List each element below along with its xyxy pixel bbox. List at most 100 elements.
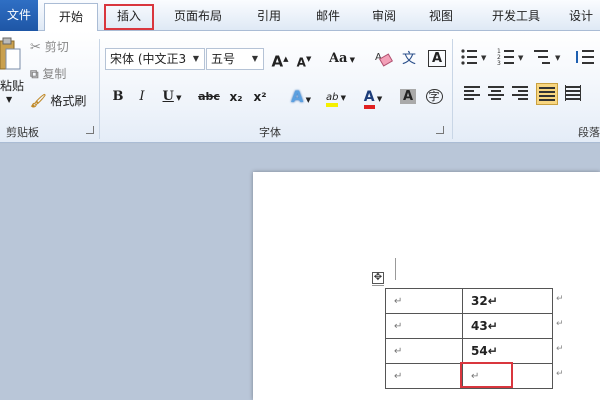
row-end-mark: ↵ (556, 369, 564, 379)
character-border-button[interactable]: A (426, 48, 448, 70)
subscript-button[interactable]: x₂ (226, 86, 246, 108)
multilevel-list-icon: ▼ (534, 50, 561, 64)
svg-text:3: 3 (497, 60, 501, 67)
row-end-mark: ↵ (556, 319, 564, 329)
tab-file[interactable]: 文件 (0, 0, 38, 31)
highlight-button[interactable]: ab ▼ (320, 86, 352, 108)
copy-label: 复制 (42, 67, 67, 81)
chevron-down-icon: ▼ (192, 54, 200, 63)
table-row: ↵ 32↵ (385, 288, 553, 314)
tab-view[interactable]: 视图 (418, 3, 464, 31)
bold-button[interactable]: B (108, 86, 128, 108)
underline-button[interactable]: U ▼ (158, 86, 186, 108)
font-dialog-launcher-icon[interactable] (436, 126, 444, 134)
clipboard-group-label: 剪贴板 (6, 126, 39, 139)
format-painter-label: 格式刷 (50, 94, 87, 108)
tab-home[interactable]: 开始 (44, 3, 98, 32)
enclose-characters-button[interactable]: 字 (423, 86, 445, 108)
shrink-font-button[interactable]: A▼ (294, 48, 314, 70)
svg-text:▼: ▼ (481, 54, 487, 62)
cut-button[interactable]: ✂ 剪切 (30, 37, 69, 57)
grow-font-label: A (271, 52, 284, 71)
numbered-list-icon: 1 2 3 ▼ (497, 48, 524, 67)
italic-button[interactable]: I (132, 86, 152, 108)
superscript-button[interactable]: x² (250, 86, 270, 108)
font-name-combo[interactable]: 宋体 (中文正3 ▼ (105, 48, 205, 70)
character-shading-label: A (399, 89, 417, 104)
change-case-button[interactable]: Aa ▼ (326, 48, 358, 70)
cut-label: 剪切 (44, 40, 69, 54)
paste-label: 粘贴 (0, 79, 25, 93)
tab-references[interactable]: 引用 (246, 3, 292, 31)
paragraph-group-label: 段落 (578, 126, 600, 139)
highlight-label: ab (325, 92, 339, 107)
copy-icon: ⧉ (30, 67, 39, 81)
clear-formatting-button[interactable]: A (372, 48, 394, 70)
superscript-label: x² (253, 90, 267, 104)
bullets-button[interactable]: ▼ (460, 47, 487, 69)
row-end-mark: ↵ (556, 294, 564, 304)
copy-button[interactable]: ⧉ 复制 (30, 64, 66, 84)
table-cell[interactable]: 32↵ (462, 288, 553, 314)
ribbon-tab-bar: 文件 开始 插入 页面布局 引用 邮件 审阅 视图 开发工具 设计 (0, 0, 600, 32)
phonetic-guide-button[interactable]: 文 (398, 48, 420, 70)
table-row: ↵ 43↵ (385, 313, 553, 339)
strikethrough-label: abc (198, 90, 220, 103)
multilevel-list-button[interactable]: ▼ (534, 47, 561, 69)
tab-review[interactable]: 审阅 (361, 3, 407, 31)
ribbon: 粘贴 ▼ ✂ 剪切 ⧉ 复制 🖌 格式刷 剪贴板 宋体 (中文正3 ▼ 五号 ▼… (0, 31, 600, 143)
bold-label: B (112, 89, 124, 104)
clipboard-dialog-launcher-icon[interactable] (86, 126, 94, 134)
grow-font-button[interactable]: A▲ (270, 48, 290, 70)
table-cell[interactable]: ↵ (385, 288, 463, 314)
paste-button[interactable]: 粘贴 ▼ (0, 35, 24, 105)
align-right-button[interactable] (510, 83, 532, 105)
table-cell[interactable]: ↵ (385, 313, 463, 339)
tab-developer[interactable]: 开发工具 (477, 3, 555, 31)
text-effects-icon: A (291, 87, 304, 106)
font-size-value: 五号 (211, 52, 236, 66)
strikethrough-button[interactable]: abc (196, 86, 222, 108)
tab-mailings[interactable]: 邮件 (305, 3, 351, 31)
font-group-label: 字体 (259, 126, 281, 139)
font-size-combo[interactable]: 五号 ▼ (206, 48, 264, 70)
bullet-list-icon: ▼ (461, 49, 487, 65)
italic-label: I (139, 89, 145, 104)
tab-insert[interactable]: 插入 (103, 3, 155, 31)
phonetic-guide-label: 文 (402, 51, 416, 67)
justify-button[interactable] (536, 83, 558, 105)
eraser-icon: A (375, 52, 394, 67)
table-row: ↵ 54↵ (385, 338, 553, 364)
table-cell[interactable]: 43↵ (462, 313, 553, 339)
table-cell[interactable]: 54↵ (462, 338, 553, 364)
svg-text:▼: ▼ (555, 54, 561, 62)
crop-mark (372, 285, 384, 286)
decrease-indent-icon (576, 50, 594, 64)
enclose-characters-label: 字 (425, 89, 443, 104)
table-cell[interactable]: ↵ (385, 338, 463, 364)
distributed-button[interactable] (563, 83, 585, 105)
align-center-icon (488, 86, 504, 100)
subscript-label: x₂ (229, 90, 243, 104)
table-cell[interactable]: ↵ (385, 363, 463, 389)
row-end-mark: ↵ (556, 344, 564, 354)
paste-icon (0, 37, 21, 70)
character-shading-button[interactable]: A (398, 86, 418, 108)
chevron-down-icon: ▼ (6, 95, 13, 104)
align-left-button[interactable] (462, 83, 484, 105)
scissors-icon: ✂ (30, 40, 41, 55)
justify-icon (539, 87, 555, 101)
chevron-down-icon: ▼ (251, 54, 259, 63)
tab-design[interactable]: 设计 (562, 3, 600, 31)
align-center-button[interactable] (486, 83, 508, 105)
decrease-indent-button[interactable] (576, 47, 598, 69)
crop-mark (395, 258, 396, 280)
format-painter-button[interactable]: 🖌 格式刷 (30, 91, 86, 111)
table-move-handle-icon[interactable]: ✥ (372, 272, 384, 284)
text-effects-button[interactable]: A ▼ (287, 86, 315, 108)
group-separator (99, 39, 100, 139)
font-color-button[interactable]: A ▼ (358, 86, 388, 109)
tab-page-layout[interactable]: 页面布局 (163, 3, 233, 31)
align-right-icon (512, 86, 528, 100)
numbering-button[interactable]: 1 2 3 ▼ (497, 47, 524, 69)
